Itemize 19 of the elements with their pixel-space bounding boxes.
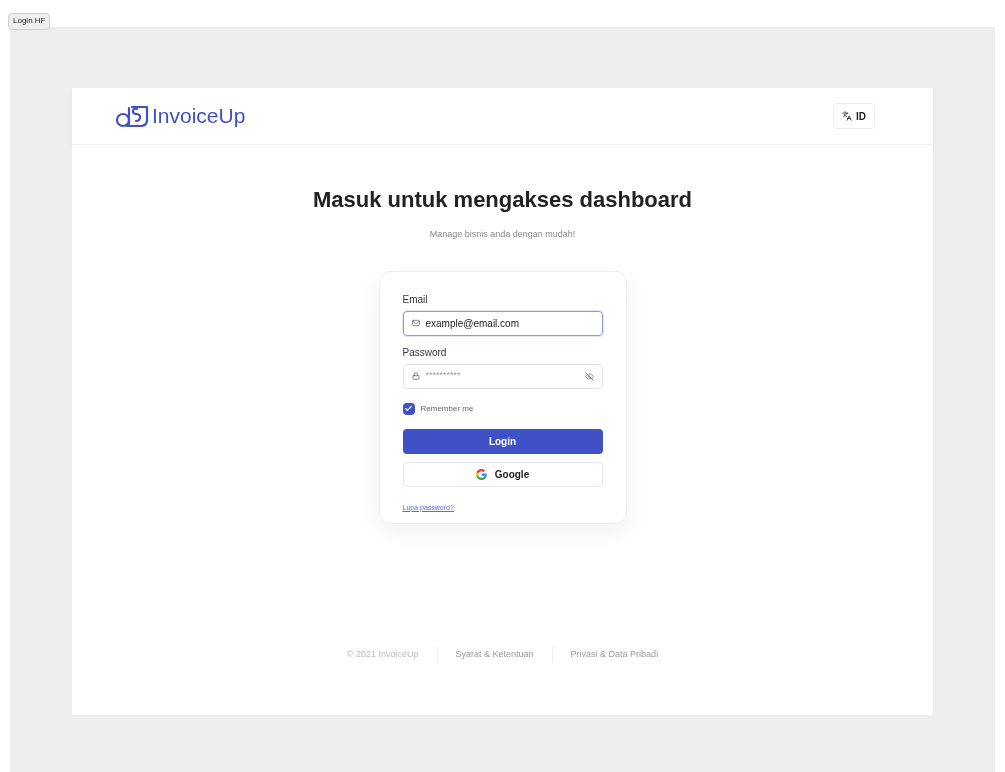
password-label: Password	[402, 345, 448, 360]
language-button[interactable]: ID	[833, 103, 875, 129]
logo-text: InvoiceUp	[152, 103, 246, 130]
google-icon	[475, 468, 487, 480]
email-field[interactable]: example@email.com	[402, 310, 603, 336]
google-button[interactable]: Google	[402, 461, 603, 487]
remember-checkbox[interactable]	[402, 402, 415, 415]
copyright-text: © 2021 InvoiceUp	[346, 648, 419, 662]
translate-icon	[842, 111, 852, 121]
login-hf-button[interactable]: Login HF	[8, 12, 51, 30]
logo-icon	[115, 104, 149, 128]
email-label: Email	[402, 292, 429, 307]
remember-label: Remember me	[420, 402, 474, 415]
page-subtitle: Manage bisnis anda dengan mudah!	[429, 228, 576, 241]
mail-icon	[411, 319, 420, 327]
hide-password-icon	[584, 371, 594, 381]
lock-icon	[411, 372, 420, 380]
login-button[interactable]: Login	[402, 428, 603, 454]
page-title: Masuk untuk mengakses dashboard	[313, 186, 692, 214]
